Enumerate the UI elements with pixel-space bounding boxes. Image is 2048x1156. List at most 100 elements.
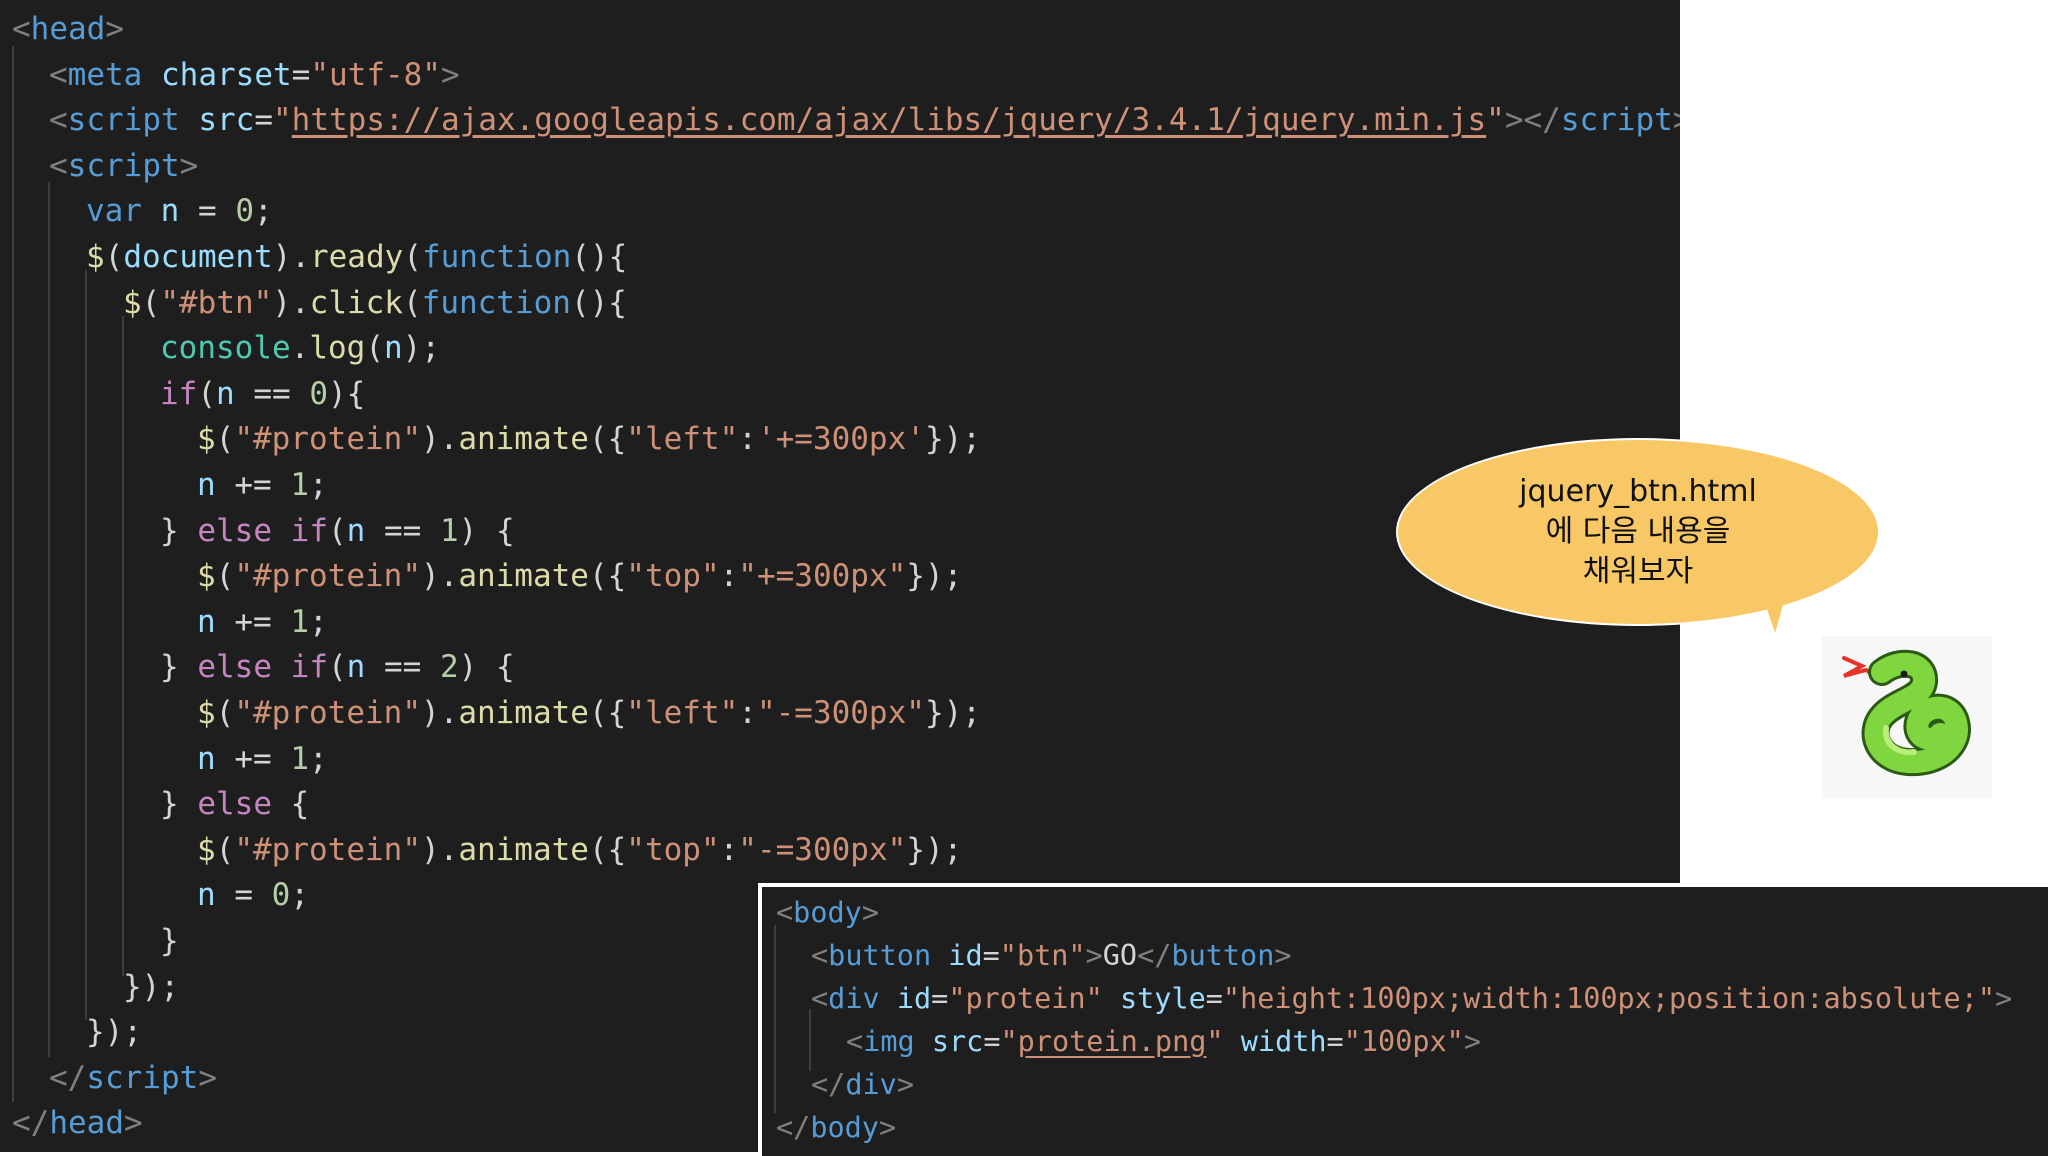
code-token: }); (86, 1014, 142, 1051)
code-token: ( (365, 330, 384, 367)
code-token: ). (420, 831, 459, 868)
code-token: 1 (290, 740, 309, 777)
code-token: document (123, 239, 273, 275)
indent-guide (12, 46, 14, 1102)
code-line: n += 1; (197, 470, 328, 501)
code-token: < (776, 896, 794, 929)
code-token: n (197, 740, 216, 777)
code-token: > (1995, 982, 2013, 1015)
code-line: <body> (776, 896, 879, 929)
code-token: ({ (588, 558, 627, 595)
code-line: $("#btn").click(function(){ (123, 284, 627, 321)
code-token: < (811, 982, 829, 1015)
code-token: </ (776, 1111, 811, 1144)
code-token: animate (458, 421, 589, 458)
code-token: ); (402, 330, 440, 367)
indent-guide (809, 1009, 811, 1071)
code-token: "utf-8" (310, 56, 441, 93)
code-token: == (234, 375, 310, 412)
code-token: ). (420, 695, 459, 731)
code-token: : (738, 695, 757, 731)
indent-guide (48, 182, 50, 1057)
code-token: > (123, 1105, 143, 1142)
code-token: ) { (458, 512, 515, 549)
code-token: "+=300px" (738, 558, 907, 595)
code-token: $ (197, 558, 216, 595)
code-line: $("#protein").animate({"top":"+=300px"})… (197, 561, 962, 592)
code-token: script (67, 102, 180, 139)
code-token: "#protein" (234, 695, 421, 731)
code-token: ( (403, 239, 422, 275)
code-line: $(document).ready(function(){ (86, 242, 627, 273)
code-token: body (793, 896, 862, 929)
code-token: else (197, 786, 272, 823)
code-token: == (365, 649, 440, 686)
code-line: $("#protein").animate({"left":"-=300px"}… (197, 698, 981, 729)
code-token: ). (272, 284, 310, 321)
code-token: id (948, 939, 983, 972)
code-token: ({ (588, 695, 627, 731)
indent-guide (85, 270, 87, 1020)
code-token: ({ (588, 421, 627, 458)
code-token: meta (67, 56, 143, 93)
indent-guide (122, 316, 124, 976)
code-token: "protein" (948, 982, 1103, 1015)
code-token: else (197, 512, 272, 549)
code-token: < (49, 56, 68, 93)
code-token: ; (309, 467, 328, 503)
code-token: "top" (626, 831, 720, 868)
code-line: <meta charset="utf-8"> (49, 56, 460, 93)
code-token: ( (215, 831, 235, 868)
code-token: += (215, 467, 291, 503)
code-token: > (1673, 102, 1680, 138)
code-token: ( (197, 375, 216, 412)
code-token: GO (1102, 939, 1138, 972)
code-token: "left" (626, 695, 739, 731)
code-line: var n = 0; (86, 196, 273, 227)
code-token: = (931, 982, 949, 1015)
code-token: = (982, 939, 1000, 972)
code-token: "left" (626, 421, 739, 458)
code-token: ; (309, 740, 328, 777)
code-token: }); (906, 558, 963, 595)
code-token: n (216, 375, 235, 412)
code-token: animate (458, 695, 589, 731)
code-token: div (845, 1068, 897, 1101)
code-token: n (197, 877, 216, 914)
code-token: (){ (571, 239, 628, 275)
code-token: $ (123, 284, 142, 321)
code-token: 0 (309, 375, 328, 412)
code-token: ({ (588, 831, 627, 868)
code-token: }); (924, 695, 981, 731)
code-token: ( (104, 239, 124, 275)
code-line: </head> (12, 1108, 143, 1139)
code-token: n (346, 649, 366, 686)
code-token: 1 (439, 512, 459, 549)
code-token: ( (402, 284, 422, 321)
code-token: button (828, 939, 932, 972)
code-token: += (215, 740, 291, 777)
code-token: var (86, 193, 142, 230)
code-token: { (271, 786, 310, 823)
code-token: : (738, 421, 757, 458)
code-token: }); (924, 421, 981, 458)
code-token: "#protein" (234, 831, 421, 868)
code-token: click (309, 284, 403, 321)
code-token: else (197, 649, 272, 686)
code-token: } (160, 786, 198, 823)
code-token: "btn" (999, 939, 1086, 972)
code-line: $("#protein").animate({"top":"-=300px"})… (197, 831, 962, 868)
body-code-editor[interactable]: <body> <button id="btn">GO</button> <div i… (758, 883, 2048, 1156)
code-token: head (30, 11, 106, 47)
code-token: log (309, 330, 366, 367)
code-token: = (983, 1025, 1001, 1058)
code-token: == (365, 512, 440, 549)
code-token: ( (215, 695, 235, 731)
code-token: ). (420, 421, 459, 458)
code-token: n (160, 193, 180, 230)
